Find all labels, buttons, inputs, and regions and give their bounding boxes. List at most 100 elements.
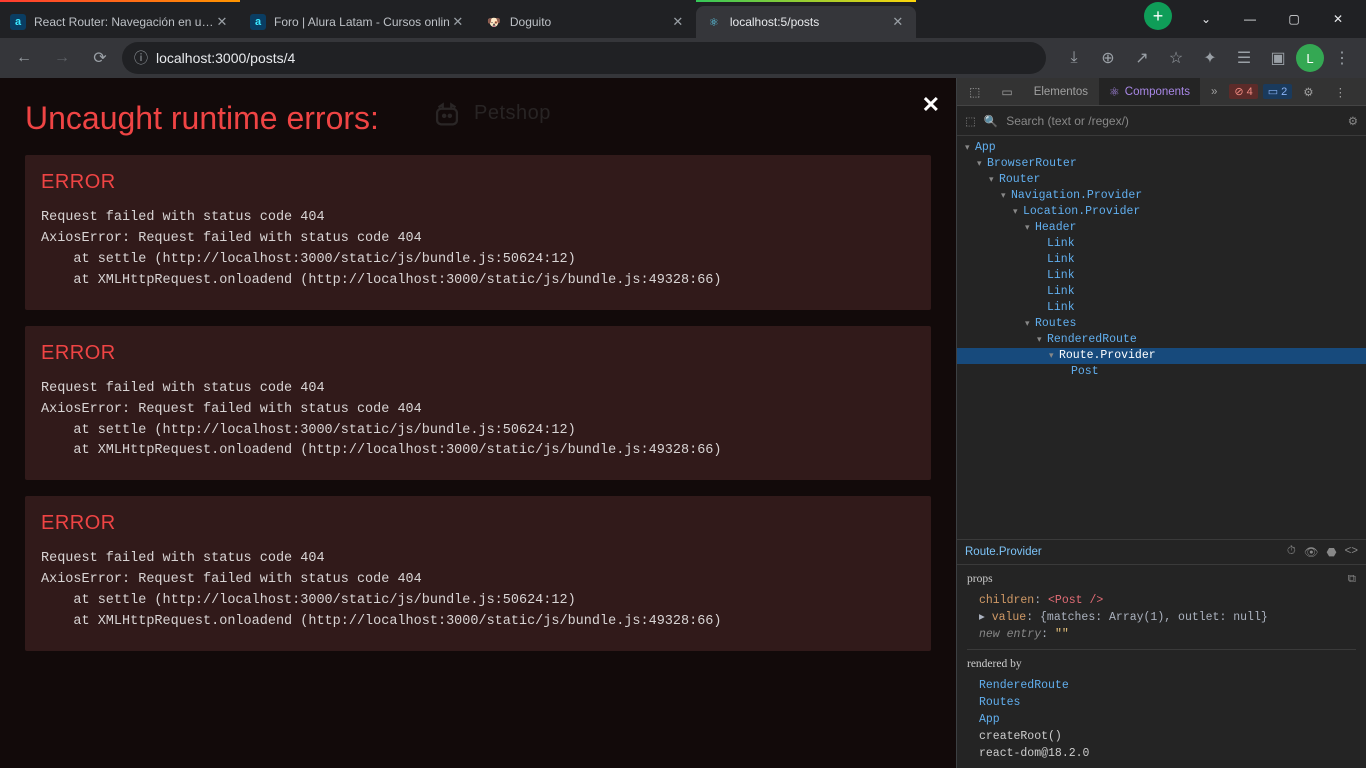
devtools-menu-icon[interactable]: ⋮	[1325, 78, 1357, 105]
error-stack: Request failed with status code 404 Axio…	[41, 549, 915, 633]
eye-icon[interactable]: 👁	[1304, 545, 1319, 559]
overlay-close-button[interactable]: ✕	[922, 92, 940, 118]
react-icon: ⚛	[1109, 85, 1120, 99]
tree-node[interactable]: ▾ Header	[957, 220, 1366, 236]
tabs-overflow[interactable]: »	[1201, 78, 1227, 105]
favicon-icon: a	[250, 14, 266, 30]
new-tab-button[interactable]: +	[1144, 2, 1172, 30]
rendered-by-item: createRoot()	[979, 728, 1356, 745]
prop-children: children: <Post />	[967, 592, 1356, 609]
sidepanel-icon[interactable]: ☰	[1228, 42, 1260, 74]
bookmark-icon[interactable]: ☆	[1160, 42, 1192, 74]
close-tab-icon[interactable]: ✕	[214, 14, 230, 30]
kebab-menu[interactable]: ⋮	[1326, 42, 1358, 74]
source-icon[interactable]: <>	[1345, 545, 1358, 559]
back-button[interactable]: ←	[8, 42, 40, 74]
search-icon[interactable]: ⊕	[1092, 42, 1124, 74]
tree-node[interactable]: Link	[957, 236, 1366, 252]
close-window-button[interactable]: ✕	[1318, 4, 1358, 34]
minimize-button[interactable]: ―	[1230, 4, 1270, 34]
error-card: ERRORRequest failed with status code 404…	[25, 326, 931, 481]
error-stack: Request failed with status code 404 Axio…	[41, 208, 915, 292]
inspect-element-icon[interactable]: ⬚	[959, 78, 990, 105]
tree-node[interactable]: ▾ Routes	[957, 316, 1366, 332]
browser-tab[interactable]: 🐶Doguito✕	[476, 6, 696, 38]
tab-title: React Router: Navegación en una	[34, 15, 214, 29]
error-count-badge[interactable]: ⊘ 4	[1229, 84, 1257, 99]
close-tab-icon[interactable]: ✕	[450, 14, 466, 30]
components-search-bar: ⬚ 🔍 ⚙	[957, 106, 1366, 136]
devtools-settings-icon[interactable]: ⚙	[1293, 78, 1323, 105]
devtools-close-icon[interactable]: ✕	[1357, 78, 1366, 105]
tree-node[interactable]: ▾ Location.Provider	[957, 204, 1366, 220]
site-info-icon[interactable]: ⓘ	[134, 48, 148, 68]
error-title: ERROR	[41, 512, 915, 535]
error-title: ERROR	[41, 171, 915, 194]
tree-node[interactable]: Link	[957, 268, 1366, 284]
rendered-by-heading: rendered by	[967, 656, 1356, 673]
error-card: ERROR Request failed with status code 404…	[25, 155, 931, 310]
browser-tab[interactable]: aForo | Alura Latam - Cursos onlin✕	[240, 6, 476, 38]
dropdown-icon[interactable]: ⌄	[1186, 4, 1226, 34]
tree-node[interactable]: ▾ Router	[957, 172, 1366, 188]
select-element-icon[interactable]: ⬚	[965, 114, 976, 128]
error-card: ERROR Request failed with status code 404…	[25, 496, 931, 651]
tree-node[interactable]: Link	[957, 300, 1366, 316]
close-tab-icon[interactable]: ✕	[670, 14, 686, 30]
info-count-badge[interactable]: ▭ 2	[1263, 84, 1293, 99]
extensions-icon[interactable]: ✦	[1194, 42, 1226, 74]
copy-props-icon[interactable]: ⧉	[1348, 571, 1356, 588]
inspected-component-name: Route.Provider	[965, 546, 1042, 558]
forward-button[interactable]: →	[46, 42, 78, 74]
tree-node[interactable]: Link	[957, 252, 1366, 268]
page-viewport: ✕ Petshop Uncaught runtime errors: ERROR…	[0, 78, 956, 768]
device-toggle-icon[interactable]: ▭	[991, 78, 1022, 105]
devtools-panel: ⬚ ▭ Elementos ⚛ Components » ⊘ 4 ▭ 2 ⚙ ⋮…	[956, 78, 1366, 768]
tree-node[interactable]: ▾ RenderedRoute	[957, 332, 1366, 348]
props-heading: props	[967, 571, 993, 588]
rendered-by-item: react-dom@18.2.0	[979, 745, 1356, 762]
panel-icon[interactable]: ▣	[1262, 42, 1294, 74]
tree-node[interactable]: ▾ Navigation.Provider	[957, 188, 1366, 204]
address-bar[interactable]: ⓘ localhost:3000/posts/4	[122, 42, 1046, 74]
rendered-by-item[interactable]: App	[979, 711, 1356, 728]
timer-icon[interactable]: ⏱	[1287, 545, 1296, 559]
main-split: ✕ Petshop Uncaught runtime errors: ERROR…	[0, 78, 1366, 768]
profile-avatar[interactable]: L	[1296, 44, 1324, 72]
rendered-by-item[interactable]: Routes	[979, 694, 1356, 711]
reload-button[interactable]: ⟳	[84, 42, 116, 74]
browser-tab[interactable]: a React Router: Navegación en una✕	[0, 6, 240, 38]
bug-icon[interactable]: ⬣	[1327, 545, 1337, 559]
tree-node[interactable]: ▾ App	[957, 140, 1366, 156]
rendered-by-item[interactable]: RenderedRoute	[979, 677, 1356, 694]
share-icon[interactable]: ↗	[1126, 42, 1158, 74]
props-panel: props ⧉ children: <Post /> ▸ value: {mat…	[957, 565, 1366, 768]
prop-value: ▸ value: {matches: Array(1), outlet: nul…	[967, 609, 1356, 626]
devtools-tabs: ⬚ ▭ Elementos ⚛ Components » ⊘ 4 ▭ 2 ⚙ ⋮…	[957, 78, 1366, 106]
maximize-button[interactable]: ▢	[1274, 4, 1314, 34]
search-icon: 🔍	[984, 114, 998, 128]
logo-text: Petshop	[474, 102, 551, 125]
browser-tab[interactable]: ⚛localhost:5/posts✕	[696, 6, 916, 38]
tree-node[interactable]: ▾ BrowserRouter	[957, 156, 1366, 172]
components-settings-icon[interactable]: ⚙	[1348, 114, 1358, 128]
close-tab-icon[interactable]: ✕	[890, 14, 906, 30]
tab-components[interactable]: ⚛ Components	[1099, 78, 1200, 105]
prop-new-entry[interactable]: new entry: ""	[967, 626, 1356, 643]
tree-node[interactable]: ▾ Route.Provider	[957, 348, 1366, 364]
rendered-by-section: rendered by RenderedRouteRoutesAppcreate…	[967, 649, 1356, 762]
tree-node[interactable]: Post	[957, 364, 1366, 380]
component-tree[interactable]: ▾ App▾ BrowserRouter▾ Router▾ Navigation…	[957, 136, 1366, 539]
tab-elements[interactable]: Elementos	[1024, 78, 1098, 105]
site-logo: Petshop	[430, 96, 551, 130]
tree-node[interactable]: Link	[957, 284, 1366, 300]
error-stack: Request failed with status code 404 Axio…	[41, 379, 915, 463]
tab-title: localhost:5/posts	[730, 15, 890, 29]
url-text: localhost:3000/posts/4	[156, 50, 295, 66]
download-icon[interactable]: ⤓	[1058, 42, 1090, 74]
favicon-icon: a	[10, 14, 26, 30]
tab-strip: aReact Router: Navegación en una✕aForo |…	[0, 0, 1142, 38]
components-search-input[interactable]	[1006, 114, 1339, 128]
favicon-icon: 🐶	[486, 14, 502, 30]
window-controls: ⌄ ― ▢ ✕	[1178, 0, 1366, 38]
